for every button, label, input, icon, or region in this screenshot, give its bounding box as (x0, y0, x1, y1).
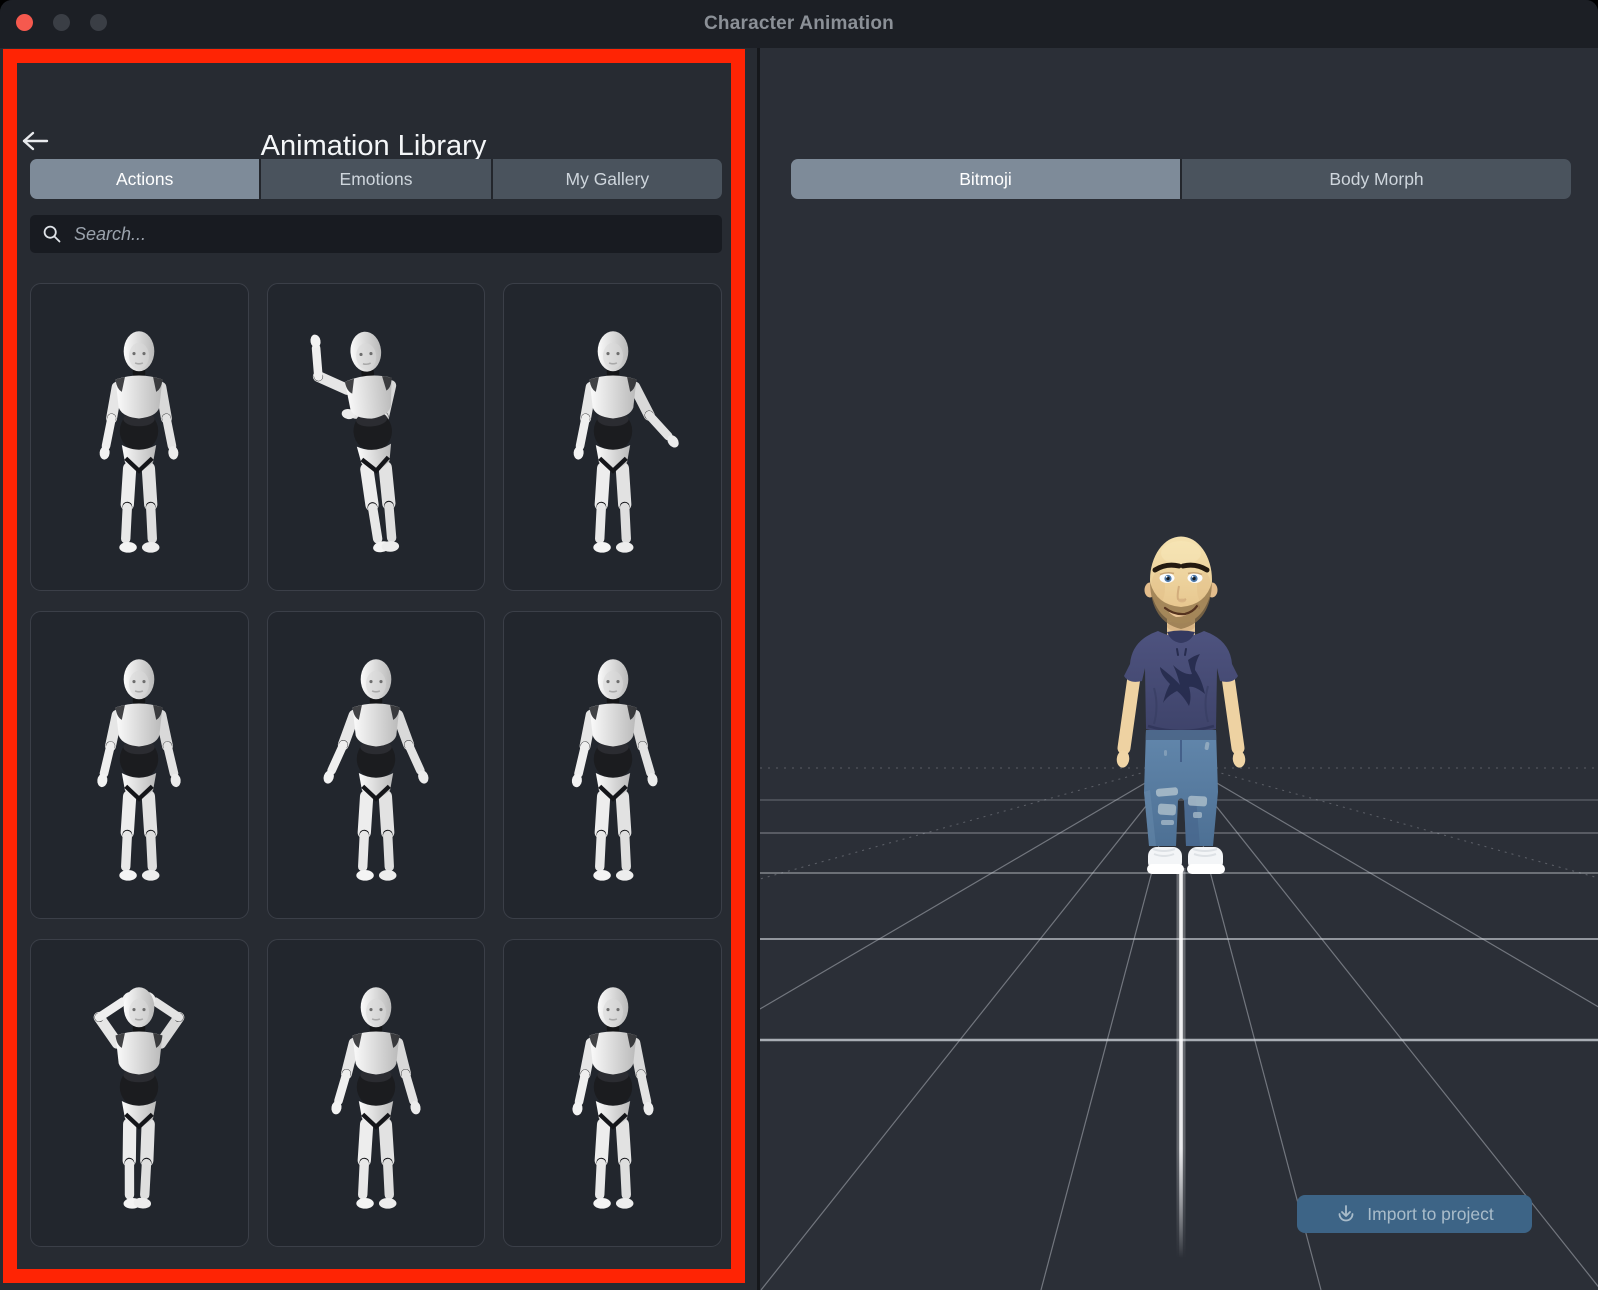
window-title: Character Animation (0, 0, 1598, 48)
animation-thumbnail-grid (30, 283, 722, 1247)
download-icon (1335, 1203, 1357, 1225)
search-icon (42, 224, 62, 244)
library-tab-bar: Actions Emotions My Gallery (30, 159, 722, 199)
mannequin-figure (53, 976, 225, 1226)
import-button-label: Import to project (1367, 1204, 1493, 1225)
close-button[interactable] (16, 14, 33, 31)
animation-thumbnail[interactable] (30, 283, 249, 591)
mannequin-figure (53, 648, 225, 898)
minimize-button[interactable] (53, 14, 70, 31)
bitmoji-character (1116, 537, 1246, 875)
mannequin-figure (290, 976, 462, 1226)
mannequin-figure (290, 648, 462, 898)
traffic-lights (16, 14, 107, 31)
animation-thumbnail[interactable] (503, 611, 722, 919)
titlebar: Character Animation (0, 0, 1598, 48)
animation-thumbnail[interactable] (267, 611, 486, 919)
viewport: Bitmoji Body Morph Import to project (757, 48, 1598, 1290)
animation-thumbnail[interactable] (267, 939, 486, 1247)
mannequin-figure (527, 976, 699, 1226)
mannequin-figure (527, 320, 699, 570)
search-input[interactable] (72, 223, 710, 246)
import-to-project-button[interactable]: Import to project (1297, 1195, 1532, 1233)
shoes (1147, 847, 1225, 874)
axis-line (1177, 868, 1186, 1258)
tab-body-morph[interactable]: Body Morph (1180, 159, 1571, 199)
search-box (30, 215, 722, 253)
mannequin-figure (527, 648, 699, 898)
mannequin-figure (290, 320, 462, 570)
animation-thumbnail[interactable] (30, 939, 249, 1247)
app-window: Character Animation Animation Library Ac… (0, 0, 1598, 1290)
tab-actions[interactable]: Actions (30, 159, 259, 199)
tab-emotions[interactable]: Emotions (259, 159, 490, 199)
mannequin-figure (53, 320, 225, 570)
animation-thumbnail[interactable] (30, 611, 249, 919)
animation-thumbnail[interactable] (267, 283, 486, 591)
animation-thumbnail[interactable] (503, 283, 722, 591)
zoom-button[interactable] (90, 14, 107, 31)
viewport-tab-bar: Bitmoji Body Morph (791, 159, 1571, 199)
animation-thumbnail[interactable] (503, 939, 722, 1247)
tab-my-gallery[interactable]: My Gallery (491, 159, 722, 199)
scene-canvas[interactable] (760, 48, 1598, 1290)
animation-library-panel: Animation Library Actions Emotions My Ga… (0, 48, 757, 1290)
tab-bitmoji[interactable]: Bitmoji (791, 159, 1180, 199)
